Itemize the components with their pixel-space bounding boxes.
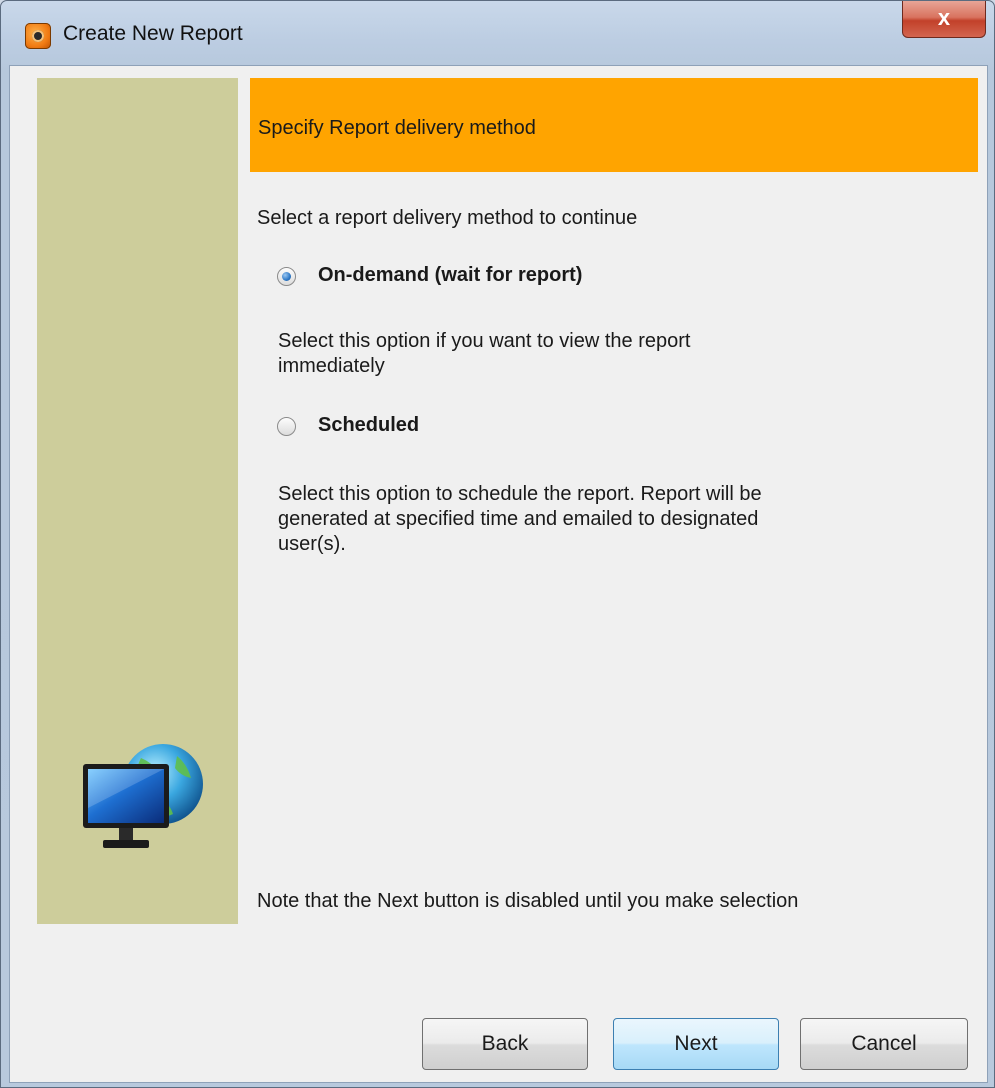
on-demand-description: Select this option if you want to view t…: [278, 330, 691, 377]
scheduled-radio[interactable]: [277, 417, 296, 436]
cancel-button[interactable]: Cancel: [800, 1018, 968, 1070]
header-title: Specify Report delivery method: [258, 117, 536, 139]
dialog-body: Specify Report delivery method Select a …: [9, 65, 988, 1083]
on-demand-option[interactable]: On-demand (wait for report): [277, 264, 697, 294]
back-button[interactable]: Back: [422, 1018, 588, 1070]
app-logo-icon: [25, 23, 51, 49]
side-panel: [37, 78, 238, 924]
window-title: Create New Report: [63, 22, 243, 45]
header-band: Specify Report delivery method: [250, 78, 978, 172]
instruction-text: Select a report delivery method to conti…: [257, 207, 638, 229]
dialog-window: Create New Report x Specify Report deliv…: [0, 0, 995, 1088]
scheduled-label[interactable]: Scheduled: [318, 414, 419, 437]
scheduled-option[interactable]: Scheduled: [277, 414, 517, 444]
next-button[interactable]: Next: [613, 1018, 779, 1070]
note-text: Note that the Next button is disabled un…: [257, 890, 799, 912]
title-bar[interactable]: Create New Report x: [1, 1, 994, 65]
monitor-globe-icon: [83, 744, 203, 848]
close-button[interactable]: x: [902, 1, 986, 38]
on-demand-label[interactable]: On-demand (wait for report): [318, 264, 582, 287]
on-demand-radio[interactable]: [277, 267, 296, 286]
scheduled-description: Select this option to schedule the repor…: [278, 483, 762, 555]
